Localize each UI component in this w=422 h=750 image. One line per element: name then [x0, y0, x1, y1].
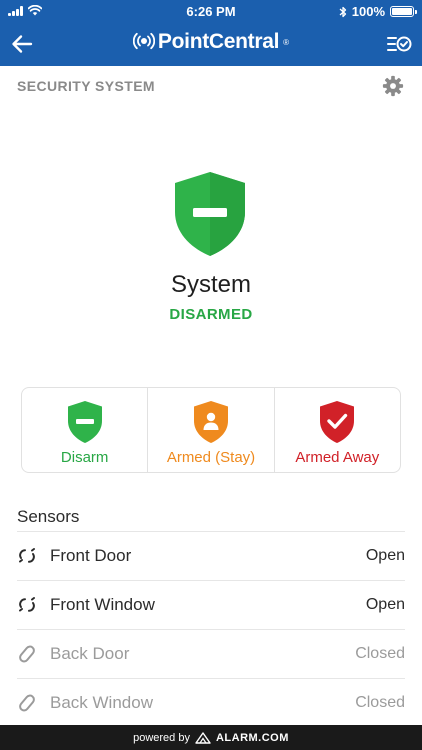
alarm-com-wordmark: ALARM.COM: [215, 731, 289, 744]
sensor-row-front-window[interactable]: Front Window Open: [17, 581, 405, 630]
sensor-status: Open: [365, 547, 405, 564]
sensors-heading: Sensors: [17, 507, 80, 526]
sensor-name: Back Window: [50, 693, 153, 712]
broadcast-icon: [132, 32, 155, 50]
powered-by-text: powered by: [133, 731, 190, 744]
sensor-status: Open: [365, 596, 405, 613]
battery-percent: 100%: [351, 4, 385, 19]
sensor-row-back-window[interactable]: Back Window Closed: [17, 679, 405, 728]
status-bar: 6:26 PM 100%: [0, 0, 422, 22]
armed-away-label: Armed Away: [295, 449, 380, 466]
sensor-status: Closed: [355, 694, 405, 711]
armed-stay-label: Armed (Stay): [166, 449, 256, 466]
sensor-row-front-door[interactable]: Front Door Open: [17, 532, 405, 581]
trademark-mark: ®: [283, 37, 290, 47]
disarmed-shield-icon: [175, 172, 245, 256]
task-list-check-icon[interactable]: [386, 31, 412, 57]
sensor-name: Front Door: [50, 546, 132, 565]
bluetooth-icon: [339, 6, 346, 17]
powered-by-footer: powered by ALARM.COM: [0, 725, 422, 750]
sensor-name: Back Door: [50, 644, 130, 663]
system-status: DISARMED: [169, 306, 253, 323]
alarm-com-logo-icon: [195, 731, 211, 744]
brand-name: PointCentral: [157, 30, 280, 53]
armed-away-button[interactable]: Armed Away: [273, 388, 400, 472]
sensor-name: Front Window: [50, 595, 155, 614]
armed-stay-button[interactable]: Armed (Stay): [147, 388, 273, 472]
battery-icon: [390, 6, 417, 17]
arm-mode-selector: Disarm Armed (Stay) Armed Away: [21, 387, 401, 473]
sensor-row-back-door[interactable]: Back Door Closed: [17, 630, 405, 679]
nav-bar: PointCentral ®: [0, 22, 422, 66]
closed-sensor-icon: [19, 645, 35, 663]
open-sensor-icon: [19, 597, 35, 612]
disarm-shield-icon: [67, 401, 102, 443]
armed-stay-shield-icon: [193, 401, 228, 443]
gear-icon[interactable]: [382, 75, 404, 97]
armed-away-shield-icon: [320, 401, 355, 443]
sensor-status: Closed: [355, 645, 405, 662]
closed-sensor-icon: [19, 694, 35, 712]
status-right: 100%: [339, 4, 417, 19]
disarm-label: Disarm: [60, 449, 109, 466]
sensors-list: Front Door Open Front Window Open Back D…: [17, 531, 405, 728]
open-sensor-icon: [19, 548, 35, 563]
brand-logo: PointCentral ®: [0, 30, 422, 54]
disarm-button[interactable]: Disarm: [22, 388, 147, 472]
system-name: System: [170, 271, 251, 298]
section-title: SECURITY SYSTEM: [17, 78, 155, 94]
